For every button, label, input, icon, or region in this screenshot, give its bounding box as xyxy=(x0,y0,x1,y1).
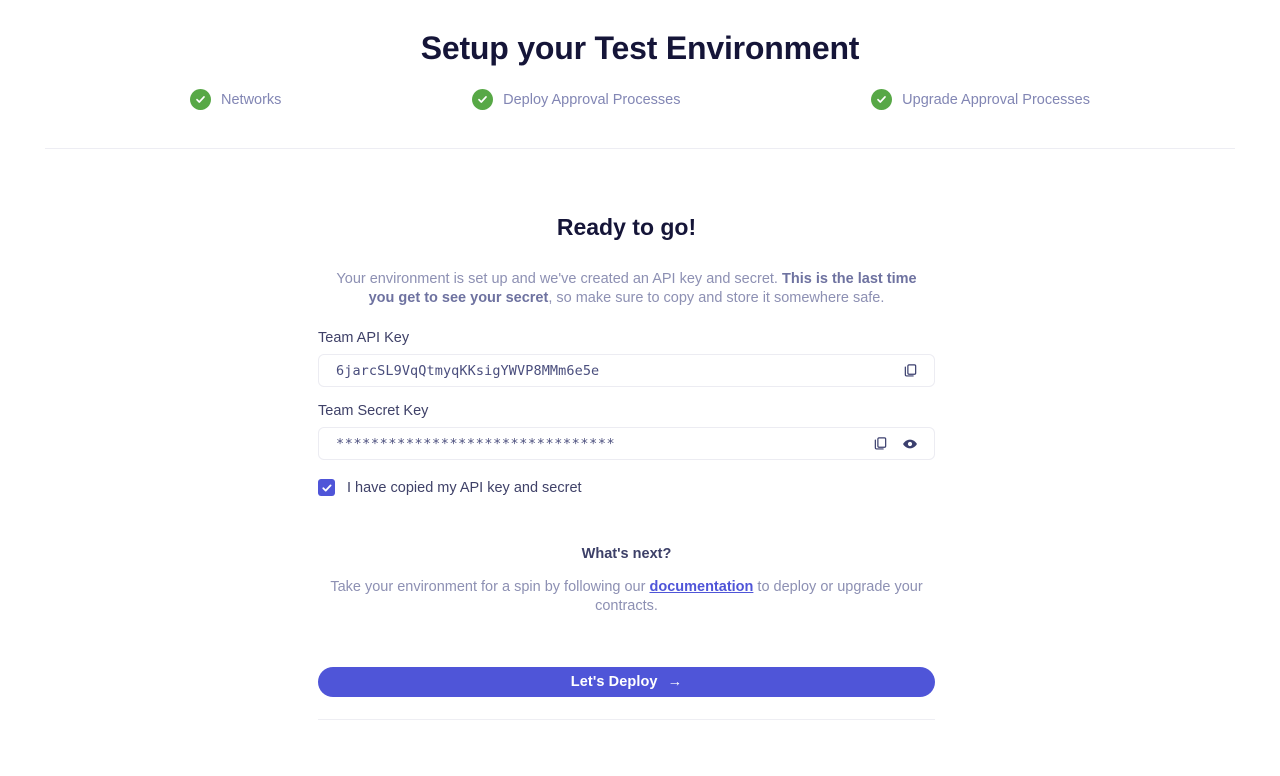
check-circle-icon xyxy=(190,89,211,110)
step-item-upgrade-approval-processes[interactable]: Upgrade Approval Processes xyxy=(871,89,1090,110)
step-label: Upgrade Approval Processes xyxy=(902,91,1090,108)
step-item-networks[interactable]: Networks xyxy=(190,89,281,110)
lets-deploy-button[interactable]: Let's Deploy → xyxy=(318,667,935,697)
page-title: Setup your Test Environment xyxy=(420,30,860,66)
whats-next-text-part1: Take your environment for a spin by foll… xyxy=(330,579,650,595)
api-key-input[interactable] xyxy=(319,362,903,379)
secret-key-actions xyxy=(873,436,934,452)
step-label: Networks xyxy=(221,91,282,108)
card-description-part1: Your environment is set up and we've cre… xyxy=(336,271,782,287)
card-footer-divider xyxy=(318,719,935,720)
api-key-actions xyxy=(903,363,934,378)
header-divider xyxy=(45,148,1235,149)
copy-icon[interactable] xyxy=(903,363,918,378)
api-key-field[interactable] xyxy=(318,354,935,387)
confirm-copy-label[interactable]: I have copied my API key and secret xyxy=(347,480,582,496)
step-indicator-list: Networks Deploy Approval Processes Upgra… xyxy=(0,67,1280,110)
card-description-part2: , so make sure to copy and store it some… xyxy=(548,290,885,306)
arrow-right-icon: → xyxy=(667,674,683,690)
copy-icon[interactable] xyxy=(873,436,888,451)
secret-key-label: Team Secret Key xyxy=(318,403,429,419)
confirm-copy-checkbox[interactable] xyxy=(318,479,335,496)
eye-icon[interactable] xyxy=(902,436,918,452)
check-circle-icon xyxy=(472,89,494,110)
secret-key-input[interactable] xyxy=(319,435,873,452)
ready-card: Ready to go! Your environment is set up … xyxy=(318,214,935,720)
card-description: Your environment is set up and we've cre… xyxy=(318,270,935,308)
step-item-deploy-approval-processes[interactable]: Deploy Approval Processes xyxy=(472,89,680,110)
step-label: Deploy Approval Processes xyxy=(503,91,681,108)
confirm-copy-row[interactable]: I have copied my API key and secret xyxy=(318,479,935,496)
lets-deploy-label: Let's Deploy xyxy=(570,674,658,690)
setup-test-environment-page: Setup your Test Environment Networks Dep… xyxy=(0,0,1280,776)
check-circle-icon xyxy=(871,89,893,110)
whats-next-description: Take your environment for a spin by foll… xyxy=(318,578,935,616)
whats-next-title: What's next? xyxy=(581,546,672,562)
api-key-label: Team API Key xyxy=(318,330,410,346)
documentation-link[interactable]: documentation xyxy=(649,579,753,595)
card-title: Ready to go! xyxy=(556,214,697,240)
secret-key-field[interactable] xyxy=(318,427,935,460)
